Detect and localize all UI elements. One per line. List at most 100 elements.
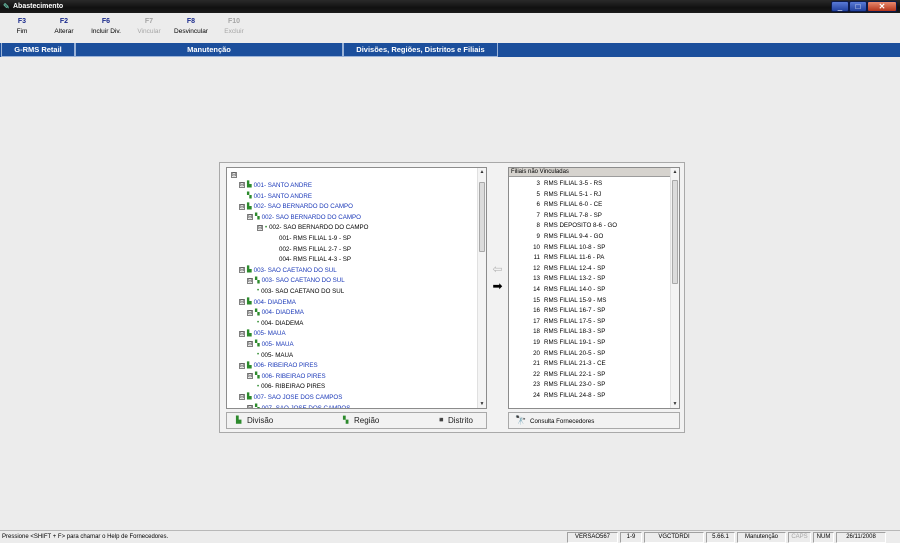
tree-node-div[interactable]: ⊟ ▙ 006- RIBEIRAO PIRES [239, 361, 318, 371]
list-item[interactable]: 9 RMS FILIAL 9-4 - GO [509, 232, 671, 242]
tree-node-fil[interactable]: 002- RMS FILIAL 2-7 - SP [279, 245, 351, 255]
consulta-fornecedores-button[interactable]: 🔭 Consulta Fornecedores [508, 412, 680, 429]
unlinked-filiais-list[interactable]: Filiais não Vinculadas 3 RMS FILIAL 3-5 -… [508, 167, 680, 409]
collapse-icon[interactable]: ⊟ [239, 267, 245, 274]
binoculars-icon: 🔭 [515, 415, 527, 425]
tree-node-fil[interactable]: 001- RMS FILIAL 1-9 - SP [279, 234, 351, 244]
tree-node-reg[interactable]: ⊟ ▚ 003- SAO CAETANO DO SUL [247, 276, 345, 286]
scroll-thumb[interactable] [672, 180, 678, 284]
list-item[interactable]: 24 RMS FILIAL 24-8 - SP [509, 391, 671, 401]
tree-node-reg[interactable]: ⊟ ▚ 006- RIBEIRAO PIRES [247, 372, 326, 382]
collapse-icon[interactable]: ⊟ [247, 277, 253, 284]
division-icon: ▙ [247, 298, 252, 305]
filial-name: RMS FILIAL 7-8 - SP [544, 211, 602, 219]
tree-node-dist[interactable]: ⊟ • 002- SAO BERNARDO DO CAMPO [257, 223, 368, 233]
scroll-thumb[interactable] [479, 182, 485, 252]
collapse-icon[interactable]: ⊟ [247, 404, 253, 408]
collapse-icon[interactable]: ⊟ [247, 309, 253, 316]
collapse-icon[interactable]: ⊟ [247, 341, 253, 348]
tree-node-div[interactable]: ⊟ ▙ 003- SAO CAETANO DO SUL [239, 266, 337, 276]
list-item[interactable]: 10 RMS FILIAL 10-8 - SP [509, 243, 671, 253]
scroll-down-icon[interactable]: ▼ [478, 400, 486, 408]
tree-node-dist[interactable]: • 003- SAO CAETANO DO SUL [257, 287, 344, 297]
status-message: Pressione <SHIFT + F> para chamar o Help… [2, 534, 169, 540]
scroll-up-icon[interactable]: ▲ [478, 168, 486, 176]
region-icon: ▚ [247, 192, 252, 199]
tree-node-label: 004- RMS FILIAL 4-3 - SP [279, 256, 351, 264]
filial-name: RMS FILIAL 11-6 - PA [544, 254, 605, 262]
list-item[interactable]: 21 RMS FILIAL 21-3 - CE [509, 359, 671, 369]
collapse-icon[interactable]: ⊟ [247, 373, 253, 380]
tree-node-reg[interactable]: ⊟ ▚ 002- SAO BERNARDO DO CAMPO [247, 213, 361, 223]
list-item[interactable]: 13 RMS FILIAL 13-2 - SP [509, 274, 671, 284]
list-item[interactable]: 14 RMS FILIAL 14-0 - SP [509, 285, 671, 295]
tree-node-label: 001- SANTO ANDRE [253, 182, 312, 189]
toolbar-button-desvincular[interactable]: F8 Desvincular [170, 16, 212, 37]
tree-node-div[interactable]: ⊟ ▙ 001- SANTO ANDRE [239, 181, 312, 191]
minimize-button[interactable]: _ [831, 1, 849, 12]
scroll-up-icon[interactable]: ▲ [671, 168, 679, 176]
filial-code: 23 [533, 381, 540, 389]
tree-node-label: 005- MAUA [261, 341, 294, 348]
list-item[interactable]: 6 RMS FILIAL 6-0 - CE [509, 200, 671, 210]
toolbar-label: Vincular [137, 28, 161, 35]
collapse-icon[interactable]: ⊟ [239, 362, 245, 369]
list-item[interactable]: 17 RMS FILIAL 17-5 - SP [509, 317, 671, 327]
tree-node-div[interactable]: ⊟ ▙ 005- MAUA [239, 329, 286, 339]
tree-node-label: 005- MAUA [253, 330, 286, 338]
list-scrollbar[interactable]: ▲ ▼ [670, 168, 679, 408]
unlink-right-arrow-button[interactable]: ➡ [489, 280, 506, 294]
list-item[interactable]: 3 RMS FILIAL 3-5 - RS [509, 179, 671, 189]
tree-node-div[interactable]: ⊟ ▙ 007- SAO JOSE DOS CAMPOS [239, 393, 342, 403]
link-left-arrow-button[interactable]: ⇦ [489, 263, 506, 277]
collapse-icon[interactable]: ⊟ [247, 214, 253, 221]
tree-node-div[interactable]: ⊟ ▙ 002- SAO BERNARDO DO CAMPO [239, 202, 353, 212]
list-item[interactable]: 7 RMS FILIAL 7-8 - SP [509, 211, 671, 221]
toolbar-button-incluir-div[interactable]: F6 Incluir Div. [87, 16, 125, 37]
toolbar-label: Fim [16, 28, 28, 35]
collapse-icon[interactable]: ⊟ [239, 330, 245, 337]
list-item[interactable]: 19 RMS FILIAL 19-1 - SP [509, 338, 671, 348]
tree-node-reg[interactable]: ⊟ ▚ 007- SAO JOSE DOS CAMPOS [247, 404, 350, 408]
collapse-icon[interactable]: ⊟ [239, 182, 245, 189]
tree-node-dist[interactable]: • 004- DIADEMA [257, 319, 303, 329]
list-item[interactable]: 16 RMS FILIAL 16-7 - SP [509, 306, 671, 316]
tree-node-reg[interactable]: ▚ 001- SANTO ANDRE [247, 192, 312, 202]
collapse-icon[interactable]: ⊟ [239, 394, 245, 401]
tree-node-reg[interactable]: ⊟ ▚ 005- MAUA [247, 340, 294, 350]
status-bar: Pressione <SHIFT + F> para chamar o Help… [0, 530, 900, 543]
filial-name: RMS FILIAL 10-8 - SP [544, 243, 606, 251]
hierarchy-tree[interactable]: ⊟ ⊟ ▙ 001- SANTO ANDRE ▚ 001- SANTO ANDRE ⊟ ▙ 0… [226, 167, 487, 409]
maximize-button[interactable]: □ [849, 1, 867, 12]
collapse-icon[interactable]: ⊟ [257, 224, 263, 231]
status-filial: 1-9 [620, 532, 642, 543]
tree-node-dist[interactable]: • 006- RIBEIRAO PIRES [257, 382, 325, 392]
collapse-icon[interactable]: ⊟ [231, 172, 237, 179]
list-item[interactable]: 18 RMS FILIAL 18-3 - SP [509, 327, 671, 337]
list-item[interactable]: 20 RMS FILIAL 20-5 - SP [509, 349, 671, 359]
tree-node-reg[interactable]: ⊟ ▚ 004- DIADEMA [247, 308, 304, 318]
filial-name: RMS FILIAL 16-7 - SP [544, 307, 606, 315]
tree-scrollbar[interactable]: ▲ ▼ [477, 168, 486, 408]
list-item[interactable]: 23 RMS FILIAL 23-0 - SP [509, 380, 671, 390]
collapse-icon[interactable]: ⊟ [239, 203, 245, 210]
list-item[interactable]: 11 RMS FILIAL 11-6 - PA [509, 253, 671, 263]
toolbar-button-fim[interactable]: F3 Fim [8, 16, 36, 37]
tree-node-div[interactable]: ⊟ ▙ 004- DIADEMA [239, 298, 296, 308]
tree-node-dist[interactable]: • 005- MAUA [257, 351, 293, 361]
list-item[interactable]: 15 RMS FILIAL 15-9 - MS [509, 296, 671, 306]
close-button[interactable]: ✕ [867, 1, 897, 12]
toolbar-button-alterar[interactable]: F2 Alterar [50, 16, 78, 37]
list-item[interactable]: 5 RMS FILIAL 5-1 - RJ [509, 190, 671, 200]
tree-node-label: 007- SAO JOSE DOS CAMPOS [253, 394, 343, 401]
legend-divisao: ▙ Divisão [236, 416, 273, 426]
list-item[interactable]: 22 RMS FILIAL 22-1 - SP [509, 370, 671, 380]
toolbar-label: Desvincular [174, 28, 208, 35]
collapse-icon[interactable]: ⊟ [239, 298, 245, 305]
list-item[interactable]: 12 RMS FILIAL 12-4 - SP [509, 264, 671, 274]
scroll-down-icon[interactable]: ▼ [671, 400, 679, 408]
tree-node-label: 006- RIBEIRAO PIRES [253, 362, 318, 370]
tree-node-fil[interactable]: 004- RMS FILIAL 4-3 - SP [279, 255, 351, 265]
tree-root[interactable]: ⊟ [231, 171, 239, 181]
list-item[interactable]: 8 RMS DEPOSITO 8-6 - GO [509, 221, 671, 231]
